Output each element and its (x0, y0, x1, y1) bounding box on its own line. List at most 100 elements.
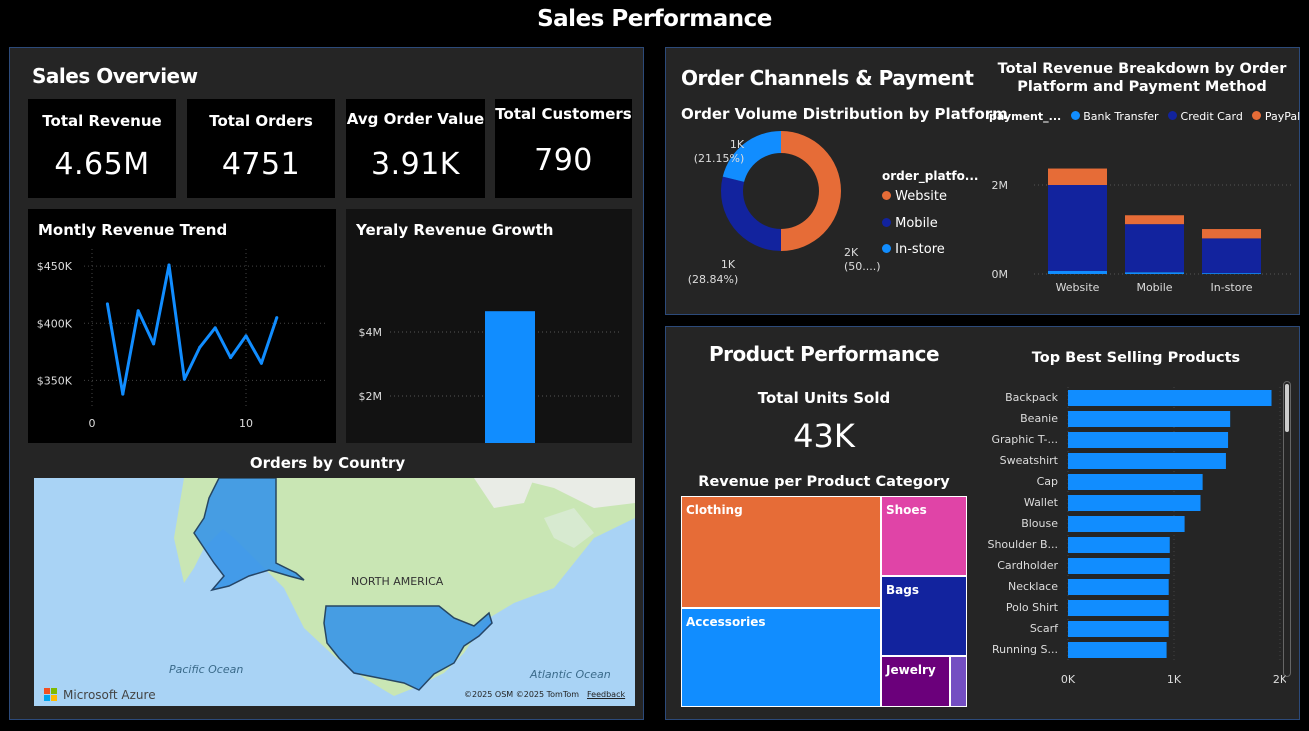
yearly-revenue-card[interactable]: Yeraly Revenue Growth $0M$2M$4M2024 (346, 209, 632, 443)
x-tick-label: 0K (1061, 673, 1076, 686)
product-bar (1068, 642, 1167, 658)
kpi-value: 3.91K (371, 147, 460, 182)
stack-seg-website-1 (1048, 185, 1107, 271)
kpi-label: Avg Order Value (346, 110, 485, 128)
data-point (136, 309, 140, 313)
y-tick-label: 2M (992, 179, 1009, 192)
map-title: Orders by Country (249, 454, 406, 472)
x-tick-label: Website (1056, 281, 1100, 294)
legend-dot-icon (882, 191, 891, 200)
kpi-card-total-customers[interactable]: Total Customers 790 (495, 99, 632, 198)
legend-dot-icon (1070, 111, 1080, 120)
scrollbar-track[interactable] (1283, 381, 1291, 677)
order-channels-panel: Order Channels & Payment Order Volume Di… (665, 47, 1300, 315)
donut-legend-mobile[interactable]: Mobile (882, 216, 938, 231)
y-tick-label: Cardholder (997, 559, 1058, 572)
kpi-label: Total Revenue (42, 112, 162, 130)
treemap-label: Shoes (886, 503, 927, 517)
revenue-stacked-chart[interactable]: 0M 2M Website Mobile In-store (986, 138, 1296, 308)
legend-label: In-store (895, 242, 945, 257)
treemap-tile-jewelry[interactable]: Jewelry (881, 656, 950, 707)
product-bar (1068, 432, 1229, 448)
treemap-tile-clothing[interactable]: Clothing (681, 496, 881, 608)
y-tick-label: $4M (359, 326, 383, 339)
data-point (229, 356, 233, 360)
x-tick-label: Mobile (1136, 281, 1172, 294)
stack-seg-website-0 (1048, 270, 1107, 274)
product-performance-title: Product Performance (708, 342, 940, 366)
donut-slice-mobile (721, 176, 781, 251)
donut-legend-title: order_platfo... (882, 169, 979, 183)
data-point (275, 316, 279, 320)
y-tick-label: Beanie (1020, 412, 1058, 425)
treemap-label: Accessories (686, 615, 766, 629)
map-feedback-link[interactable]: Feedback (587, 690, 625, 699)
orders-map[interactable]: NORTH AMERICA Pacific Ocean Atlantic Oce… (34, 478, 635, 706)
units-value: 43K (793, 417, 855, 455)
treemap-tile-bags[interactable]: Bags (881, 576, 967, 656)
product-bar (1068, 537, 1170, 553)
units-label: Total Units Sold (757, 389, 891, 407)
data-point (244, 334, 248, 338)
kpi-label: Total Orders (209, 112, 313, 130)
legend-label: Mobile (895, 216, 938, 231)
azure-logo-icon (44, 688, 58, 702)
product-bar (1068, 516, 1185, 532)
donut-legend-website[interactable]: Website (882, 189, 947, 204)
product-bar (1068, 453, 1226, 469)
donut-label: 2K (844, 246, 859, 259)
donut-label: 1K (730, 138, 745, 151)
kpi-label: Total Customers (495, 105, 632, 123)
product-bar (1068, 600, 1169, 616)
stack-seg-mobile-0 (1125, 272, 1184, 274)
y-tick-label: Necklace (1008, 580, 1058, 593)
sales-overview-title: Sales Overview (32, 64, 198, 88)
stack-title: Total Revenue Breakdown by Order Platfor… (996, 60, 1288, 96)
stack-seg-mobile-2 (1125, 215, 1184, 225)
y-tick-label: 0M (992, 268, 1009, 281)
x-tick-label: In-store (1210, 281, 1252, 294)
kpi-value: 4.65M (54, 147, 150, 182)
kpi-card-total-revenue[interactable]: Total Revenue 4.65M (28, 99, 176, 198)
treemap-label: Clothing (686, 503, 743, 517)
bar-title: Top Best Selling Products (1031, 350, 1241, 366)
treemap-tile-other[interactable] (950, 656, 967, 707)
stack-legend-bank[interactable]: Bank Transfer (1083, 110, 1158, 123)
map-brand: Microsoft Azure (63, 688, 156, 702)
monthly-revenue-card[interactable]: Montly Revenue Trend $350K $400K $450K 0 10 (28, 209, 336, 443)
donut-legend-instore[interactable]: In-store (882, 242, 945, 257)
stack-seg-instore-0 (1202, 273, 1261, 274)
product-bar (1068, 411, 1231, 427)
treemap-tile-shoes[interactable]: Shoes (881, 496, 967, 576)
product-bar (1068, 495, 1201, 511)
donut-slice-website (780, 131, 842, 251)
legend-dot-icon (1168, 111, 1178, 120)
stack-legend-paypal[interactable]: PayPal (1265, 110, 1300, 123)
product-bar (1068, 579, 1169, 595)
y-tick-label: $400K (37, 317, 73, 330)
product-bar (1068, 474, 1203, 490)
category-treemap[interactable]: Clothing Shoes Accessories Bags Jewelry (681, 496, 967, 707)
yearly-revenue-chart: $0M$2M$4M2024 (359, 311, 621, 443)
stack-legend-title: payment_... (989, 110, 1062, 123)
y-tick-label: $2M (359, 390, 383, 403)
kpi-card-avg-order-value[interactable]: Avg Order Value 3.91K (346, 99, 485, 198)
kpi-value: 790 (534, 143, 593, 178)
stack-seg-instore-2 (1202, 229, 1261, 239)
donut-label: (50....) (844, 260, 881, 273)
kpi-card-total-orders[interactable]: Total Orders 4751 (187, 99, 335, 198)
stack-legend-card[interactable]: Credit Card (1181, 110, 1243, 123)
data-point (167, 263, 171, 267)
top-products-chart[interactable]: 0K 1K 2KBackpackBeanieGraphic T-...Sweatsh… (986, 382, 1286, 692)
y-tick-label: Scarf (1030, 622, 1059, 635)
y-tick-label: Blouse (1021, 517, 1058, 530)
platform-donut-chart[interactable]: 2K(50....)1K(28.84%)1K(21.15%) (666, 118, 986, 318)
y-tick-label: Running S... (992, 643, 1058, 656)
legend-dot-icon (1252, 111, 1262, 120)
map-atlantic-label: Atlantic Ocean (530, 668, 611, 681)
y-tick-label: Polo Shirt (1006, 601, 1059, 614)
scrollbar-thumb[interactable] (1285, 384, 1289, 432)
treemap-label: Jewelry (886, 663, 936, 677)
product-bar (1068, 558, 1170, 574)
treemap-tile-accessories[interactable]: Accessories (681, 608, 881, 707)
